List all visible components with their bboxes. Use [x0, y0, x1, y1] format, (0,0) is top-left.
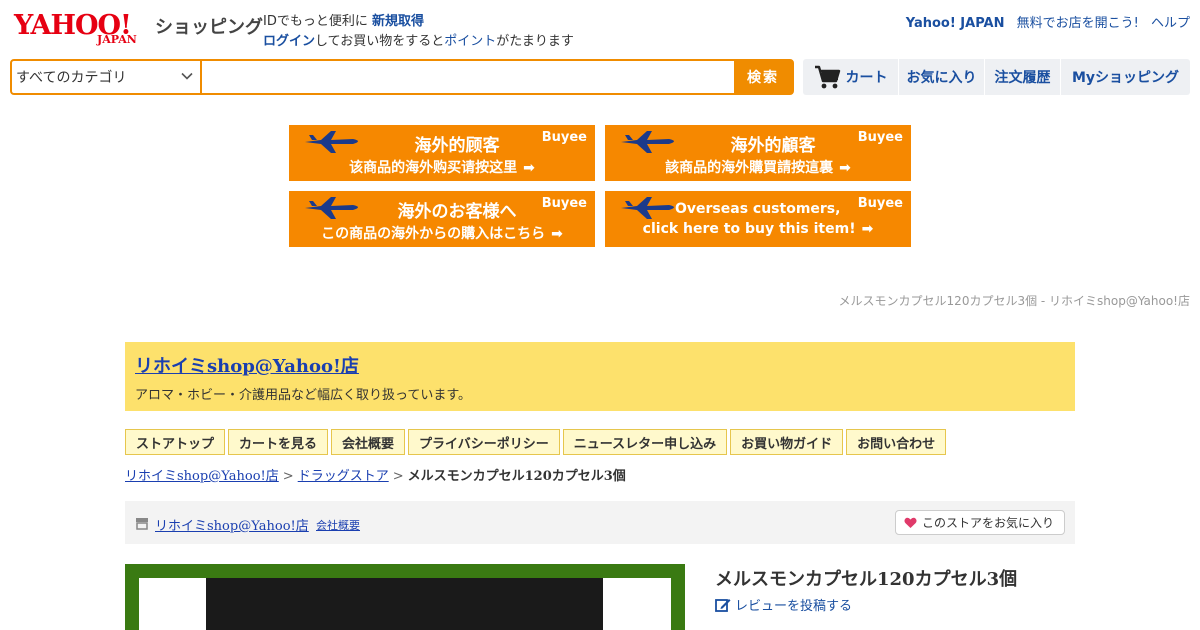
write-review-label: レビューを投稿する	[735, 599, 853, 614]
store-info-bar: リホイミshop@Yahoo!店 会社概要 このストアをお気に入り	[125, 501, 1075, 544]
category-select[interactable]: すべてのカテゴリ	[12, 61, 202, 93]
open-store-link[interactable]: 無料でお店を開こう!	[1017, 16, 1139, 31]
arrow-right-icon: ➡	[551, 226, 563, 242]
product-title: メルスモンカプセル120カプセル3個	[715, 569, 1018, 590]
company-info-link[interactable]: 会社概要	[316, 517, 360, 533]
logo-japan-text: JAPAN	[97, 33, 137, 46]
banner-line2-text: この商品の海外からの購入はこちら	[321, 226, 546, 242]
category-select-value: すべてのカテゴリ	[16, 70, 127, 86]
store-nav-top[interactable]: ストアトップ	[125, 429, 226, 455]
heart-icon	[904, 517, 917, 528]
store-nav-company[interactable]: 会社概要	[331, 429, 406, 455]
banner-line2-text: click here to buy this item!	[642, 221, 856, 237]
breadcrumb: リホイミshop@Yahoo!店 > ドラッグストア > メルスモンカプセル120カプセ…	[125, 465, 626, 484]
banner-line2: 該商品的海外購買請按這裏 ➡	[605, 157, 911, 177]
search-button[interactable]: 検索	[734, 61, 792, 93]
arrow-right-icon: ➡	[839, 160, 851, 176]
cart-icon	[814, 65, 840, 89]
arrow-right-icon: ➡	[861, 221, 874, 237]
my-shopping-button[interactable]: Myショッピング	[1061, 59, 1190, 95]
store-nav-contact[interactable]: お問い合わせ	[846, 429, 947, 455]
banner-line1: 海外的顧客	[730, 136, 816, 156]
buyee-banner-english[interactable]: Buyee Overseas customers, click here to …	[605, 191, 911, 247]
help-link[interactable]: ヘルプ	[1151, 16, 1190, 31]
page-title: メルスモンカプセル120カプセル3個 - リホイミshop@Yahoo!店	[838, 294, 1190, 308]
store-icon	[136, 518, 148, 530]
order-history-button[interactable]: 注文履歴	[985, 59, 1061, 95]
login-line1-prefix: IDでもっと便利に	[263, 14, 368, 29]
banner-line2: click here to buy this item! ➡	[605, 221, 911, 237]
yahoo-japan-logo[interactable]: YAHOO! JAPAN	[14, 10, 154, 48]
breadcrumb-separator: >	[392, 469, 404, 484]
breadcrumb-current: メルスモンカプセル120カプセル3個	[407, 469, 626, 484]
store-favorite-label: このストアをお気に入り	[921, 516, 1054, 530]
store-favorite-button[interactable]: このストアをお気に入り	[894, 510, 1065, 535]
banner-line2-text: 该商品的海外购买请按这里	[349, 160, 518, 176]
banner-line1: 海外的顾客	[414, 136, 500, 156]
buyee-banner-simplified-chinese[interactable]: Buyee 海外的顾客 该商品的海外购买请按这里 ➡	[289, 125, 595, 181]
yahoo-japan-link[interactable]: Yahoo! JAPAN	[906, 16, 1005, 31]
banner-line2: この商品の海外からの購入はこちら ➡	[289, 223, 595, 243]
banner-line2: 该商品的海外购买请按这里 ➡	[289, 157, 595, 177]
login-line2-mid: してお買い物をすると	[315, 34, 445, 49]
store-description: アロマ・ホビー・介護用品など幅広く取り扱っています。	[135, 388, 472, 403]
product-image[interactable]	[125, 564, 685, 630]
store-nav: ストアトップ カートを見る 会社概要 プライバシーポリシー ニュースレター申し込…	[125, 429, 947, 455]
pencil-edit-icon	[715, 598, 731, 612]
banner-line2-text: 該商品的海外購買請按這裏	[665, 160, 834, 176]
cart-label: カート	[845, 70, 888, 86]
signup-link[interactable]: 新規取得	[372, 14, 424, 29]
login-message: IDでもっと便利に 新規取得 ログインしてお買い物をするとポイントがたまります	[263, 12, 574, 52]
store-nav-privacy[interactable]: プライバシーポリシー	[408, 429, 560, 455]
banner-line1: 海外のお客様へ	[397, 202, 517, 222]
chevron-down-icon	[181, 72, 193, 80]
cart-button[interactable]: カート	[803, 59, 899, 95]
user-menu-bar: カート お気に入り 注文履歴 Myショッピング	[803, 59, 1190, 95]
store-name-small-link[interactable]: リホイミshop@Yahoo!店	[155, 515, 309, 534]
search-bar: すべてのカテゴリ 検索	[10, 59, 794, 95]
buyee-banner-japanese[interactable]: Buyee 海外のお客様へ この商品の海外からの購入はこちら ➡	[289, 191, 595, 247]
buyee-banner-traditional-chinese[interactable]: Buyee 海外的顧客 該商品的海外購買請按這裏 ➡	[605, 125, 911, 181]
search-input[interactable]	[202, 61, 734, 93]
favorites-button[interactable]: お気に入り	[899, 59, 985, 95]
top-links: Yahoo! JAPAN 無料でお店を開こう! ヘルプ	[898, 12, 1190, 31]
write-review-link[interactable]: レビューを投稿する	[715, 595, 852, 614]
product-package	[206, 578, 603, 630]
points-link[interactable]: ポイント	[444, 34, 496, 49]
store-nav-cart[interactable]: カートを見る	[228, 429, 329, 455]
breadcrumb-category[interactable]: ドラッグストア	[298, 469, 389, 484]
service-name[interactable]: ショッピング	[155, 13, 263, 39]
store-header: リホイミshop@Yahoo!店 アロマ・ホビー・介護用品など幅広く取り扱ってい…	[125, 342, 1075, 411]
store-name-link[interactable]: リホイミshop@Yahoo!店	[135, 356, 359, 377]
breadcrumb-store[interactable]: リホイミshop@Yahoo!店	[125, 469, 279, 484]
login-line2-suffix: がたまります	[496, 34, 574, 49]
banner-line1: Overseas customers,	[675, 201, 841, 217]
arrow-right-icon: ➡	[523, 160, 535, 176]
store-nav-guide[interactable]: お買い物ガイド	[730, 429, 844, 455]
login-link[interactable]: ログイン	[263, 34, 315, 49]
breadcrumb-separator: >	[282, 469, 294, 484]
store-nav-newsletter[interactable]: ニュースレター申し込み	[562, 429, 728, 455]
